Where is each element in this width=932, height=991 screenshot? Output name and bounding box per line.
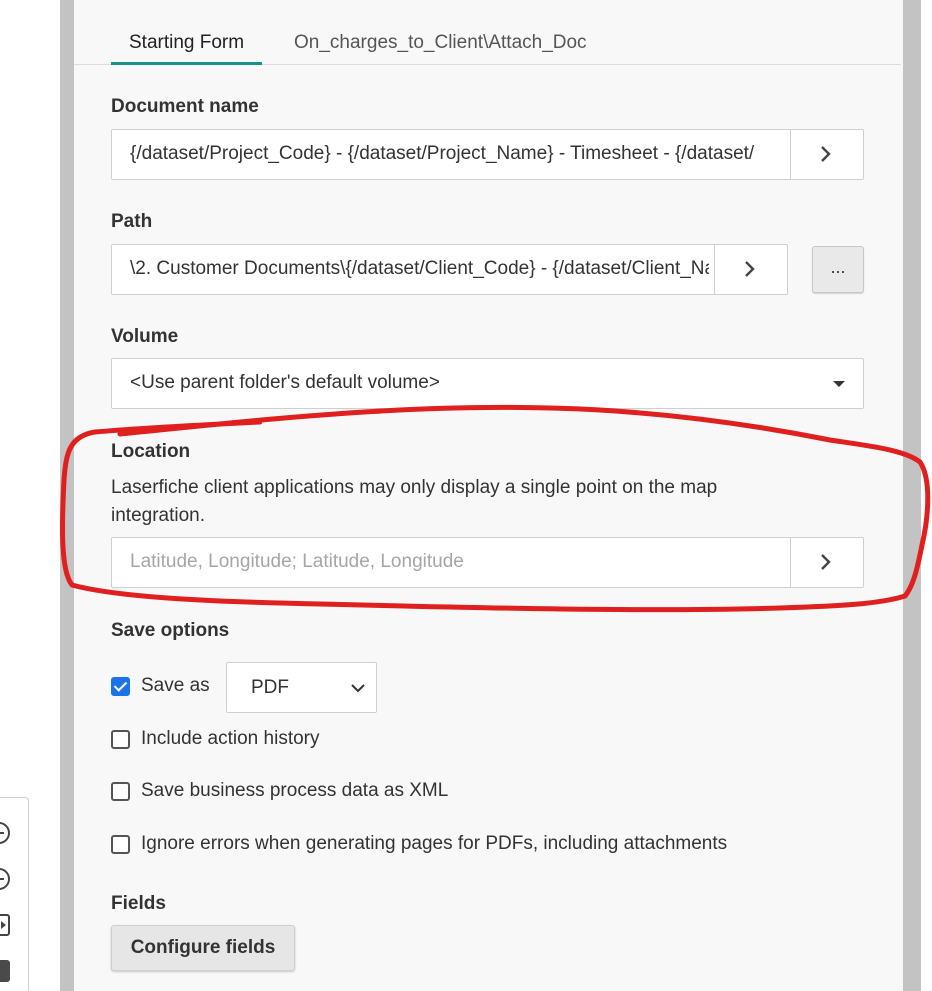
properties-panel: Starting Form On_charges_to_Client\Attac… [74, 0, 903, 991]
volume-value: <Use parent folder's default volume> [130, 372, 440, 393]
dropdown-caret-icon [833, 381, 845, 387]
save-options-label: Save options [111, 620, 230, 641]
tab-attach-doc[interactable]: On_charges_to_Client\Attach_Doc [276, 32, 605, 65]
chevron-right-icon [821, 146, 831, 162]
square-icon[interactable] [0, 960, 10, 982]
path-token-button[interactable] [714, 245, 787, 294]
path-field[interactable]: \2. Customer Documents\{/dataset/Client_… [111, 244, 788, 295]
path-browse-button[interactable]: ... [812, 246, 864, 293]
volume-select[interactable]: <Use parent folder's default volume> [111, 358, 864, 409]
include-history-checkbox[interactable] [111, 730, 130, 749]
save-as-checkbox[interactable] [111, 677, 130, 696]
fields-label: Fields [111, 893, 166, 914]
exit-icon[interactable] [0, 914, 10, 936]
panel-frame-right [903, 0, 921, 991]
location-help-text: Laserfiche client applications may only … [111, 477, 718, 526]
path-value[interactable]: \2. Customer Documents\{/dataset/Client_… [130, 258, 709, 280]
chevron-down-icon [351, 684, 365, 693]
document-name-token-button[interactable] [790, 130, 863, 179]
tab-starting-form[interactable]: Starting Form [111, 32, 263, 65]
document-name-value[interactable]: {/dataset/Project_Code} - {/dataset/Proj… [130, 143, 785, 165]
path-label: Path [111, 211, 153, 232]
location-label: Location [111, 441, 191, 462]
save-xml-checkbox[interactable] [111, 782, 130, 801]
side-toolbar [0, 797, 29, 991]
panel-frame-left [60, 0, 74, 991]
chevron-right-icon [745, 261, 755, 277]
ignore-errors-checkbox[interactable] [111, 835, 130, 854]
document-name-field[interactable]: {/dataset/Project_Code} - {/dataset/Proj… [111, 129, 864, 180]
document-name-label: Document name [111, 96, 259, 117]
configure-fields-button[interactable]: Configure fields [111, 925, 295, 971]
save-as-label: Save as [141, 675, 210, 696]
include-history-label: Include action history [141, 728, 320, 749]
location-input[interactable]: Latitude, Longitude; Latitude, Longitude [130, 551, 785, 573]
location-token-button[interactable] [790, 538, 863, 587]
save-format-select[interactable]: PDF [226, 662, 377, 713]
location-field[interactable]: Latitude, Longitude; Latitude, Longitude [111, 537, 864, 588]
tab-bar: Starting Form On_charges_to_Client\Attac… [74, 22, 901, 65]
minus-circle-icon[interactable] [0, 822, 10, 844]
minus-circle-icon[interactable] [0, 868, 10, 890]
save-format-value: PDF [251, 677, 289, 698]
chevron-right-icon [821, 554, 831, 570]
ignore-errors-label: Ignore errors when generating pages for … [141, 833, 728, 854]
save-xml-label: Save business process data as XML [141, 780, 449, 801]
volume-label: Volume [111, 326, 179, 347]
